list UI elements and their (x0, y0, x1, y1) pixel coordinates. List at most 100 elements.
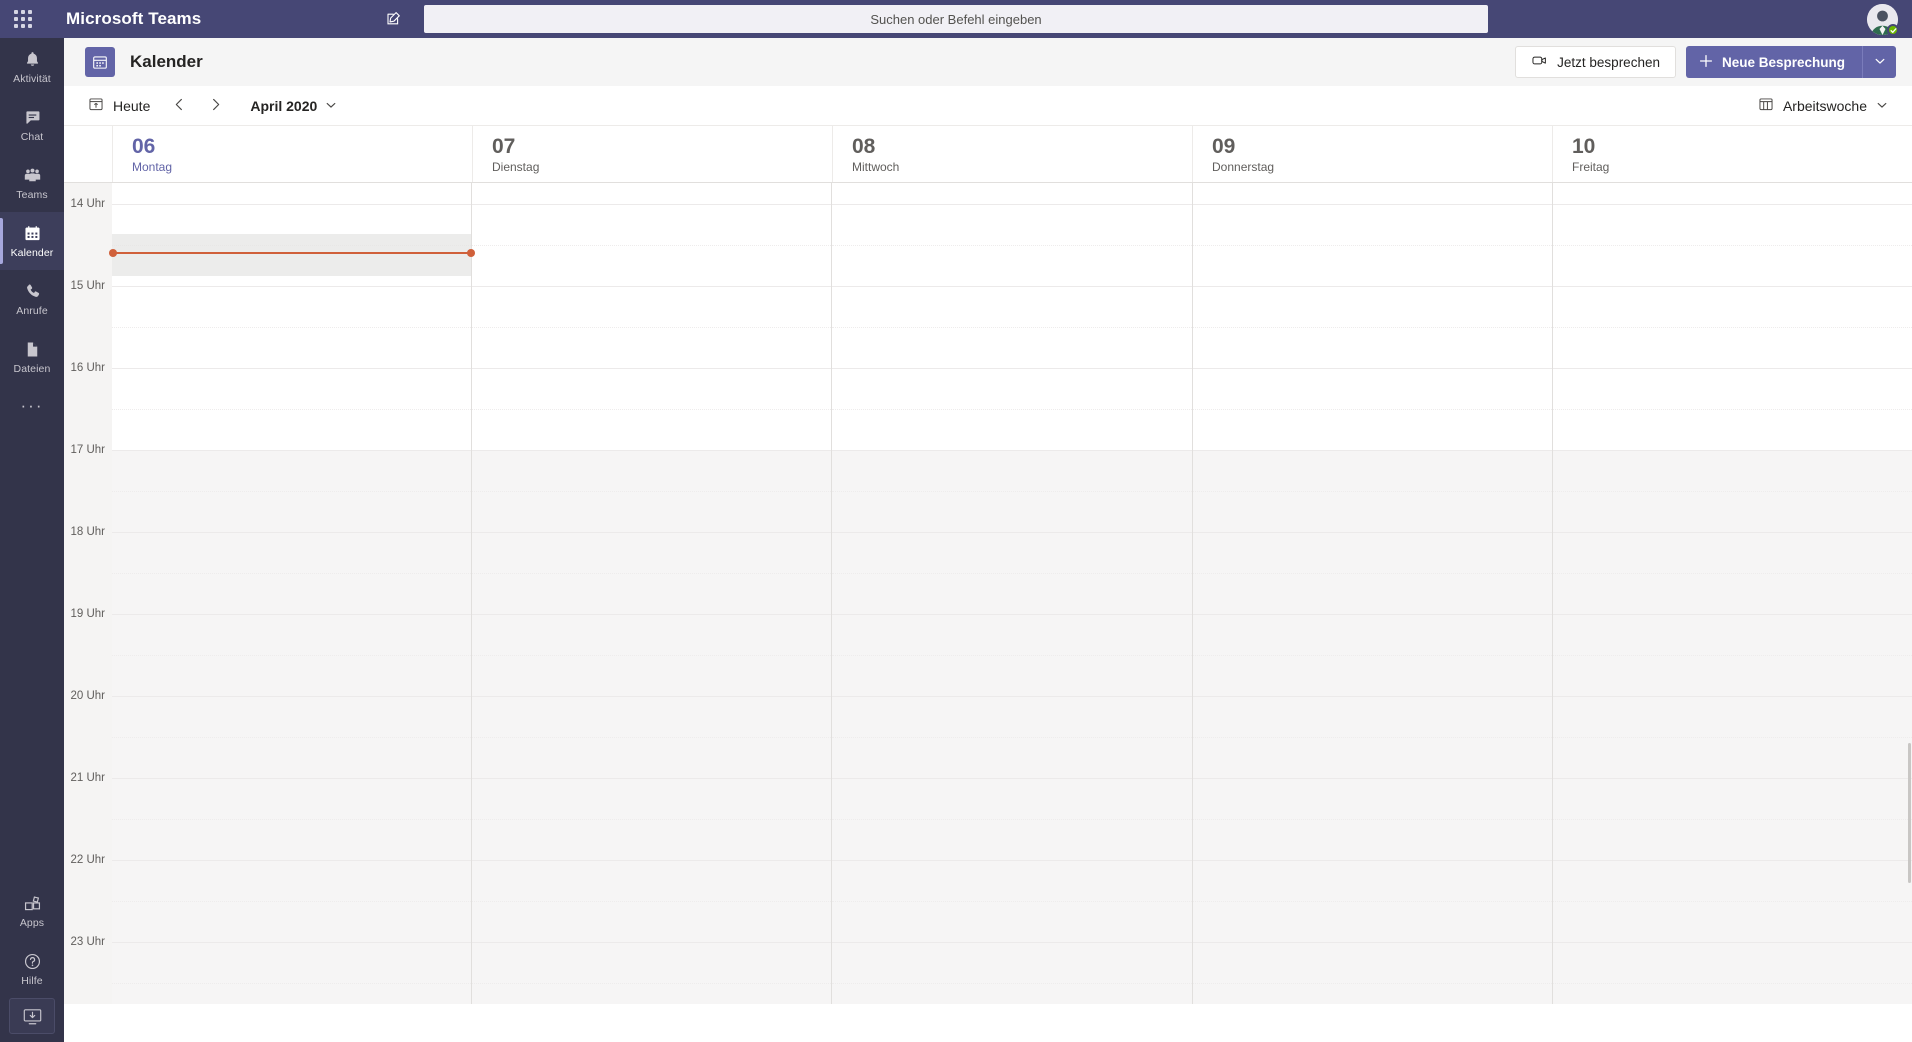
hour-gridline (1192, 778, 1552, 779)
hour-gridline (472, 204, 832, 205)
half-hour-gridline (1552, 245, 1912, 246)
scrollbar-thumb[interactable] (1908, 743, 1911, 883)
phone-icon (23, 281, 42, 302)
hour-gridline (1552, 614, 1912, 615)
sidebar-item-anrufe[interactable]: Anrufe (0, 270, 64, 328)
day-number: 10 (1572, 135, 1596, 158)
hour-gridline (112, 614, 472, 615)
today-label: Heute (113, 97, 151, 114)
half-hour-gridline (1192, 245, 1552, 246)
hour-gridline (832, 860, 1192, 861)
hour-gridline (1552, 204, 1912, 205)
hour-gridline (832, 532, 1192, 533)
app-launcher-button[interactable] (0, 0, 46, 38)
sidebar-item-kalender[interactable]: Kalender (0, 212, 64, 270)
sidebar-item-label: Aktivität (13, 73, 51, 85)
sidebar-item-label: Anrufe (16, 305, 48, 317)
hour-gridline (1552, 368, 1912, 369)
half-hour-gridline (472, 409, 832, 410)
hour-gridline (1552, 860, 1912, 861)
file-icon (23, 339, 42, 360)
off-hours-shading (1552, 450, 1912, 1004)
hour-gridline (832, 942, 1192, 943)
off-hours-shading (1192, 450, 1552, 1004)
plus-icon (1699, 54, 1713, 71)
hour-gridline (472, 942, 832, 943)
presence-available-icon (1887, 24, 1899, 36)
half-hour-gridline (112, 819, 472, 820)
hour-gridline (112, 532, 472, 533)
new-meeting-button[interactable]: Neue Besprechung (1685, 46, 1862, 78)
sidebar-more-button[interactable]: ··· (0, 386, 64, 426)
today-button[interactable]: Heute (80, 91, 158, 121)
header-actions: Jetzt besprechen Neue Besprechung (1515, 46, 1896, 78)
sidebar-item-label: Kalender (10, 247, 54, 259)
hour-gridline (112, 286, 472, 287)
calendar-body[interactable]: 14 Uhr 15 Uhr 16 Uhr 17 Uhr 18 Uhr 19 Uhr 20 U… (64, 183, 1912, 1004)
sidebar-item-aktivitaet[interactable]: Aktivität (0, 38, 64, 96)
day-column-freitag[interactable] (1551, 183, 1912, 1004)
hour-gridline (1552, 450, 1912, 451)
calendar-scrollbar[interactable] (1908, 183, 1912, 1004)
day-column-montag[interactable] (108, 183, 476, 1004)
day-column-header[interactable]: 08 Mittwoch (832, 126, 1192, 182)
view-mode-button[interactable]: Arbeitswoche (1752, 91, 1894, 121)
hour-gridline (112, 696, 472, 697)
new-meeting-label: Neue Besprechung (1721, 54, 1845, 70)
half-hour-gridline (112, 901, 472, 902)
compose-pencil-icon[interactable] (384, 9, 404, 29)
sidebar-item-chat[interactable]: Chat (0, 96, 64, 154)
next-period-button[interactable] (200, 91, 230, 121)
hour-gridline (1192, 204, 1552, 205)
today-calendar-icon (88, 96, 104, 115)
off-hours-shading (472, 450, 832, 1004)
day-column-header[interactable]: 06 Montag (112, 126, 472, 182)
day-name: Dienstag (492, 160, 540, 174)
day-column-header[interactable]: 10 Freitag (1552, 126, 1912, 182)
half-hour-gridline (1552, 737, 1912, 738)
half-hour-gridline (832, 491, 1192, 492)
new-meeting-dropdown-button[interactable] (1862, 46, 1896, 78)
app-title: Microsoft Teams (66, 9, 202, 28)
day-column-header[interactable]: 09 Donnerstag (1192, 126, 1552, 182)
half-hour-gridline (1192, 573, 1552, 574)
half-hour-gridline (112, 491, 472, 492)
sidebar-item-dateien[interactable]: Dateien (0, 328, 64, 386)
day-number: 07 (492, 135, 516, 158)
half-hour-gridline (1192, 409, 1552, 410)
sidebar-item-apps[interactable]: Apps (0, 882, 64, 940)
search-input[interactable] (424, 5, 1488, 33)
avatar[interactable] (1867, 4, 1899, 36)
sidebar-item-label: Hilfe (21, 975, 43, 987)
day-header-row: 06 Montag 07 Dienstag 08 Mittwoch 09 Don… (64, 126, 1912, 183)
day-number: 06 (132, 135, 156, 158)
half-hour-gridline (472, 491, 832, 492)
meet-now-button[interactable]: Jetzt besprechen (1515, 46, 1676, 78)
half-hour-gridline (832, 737, 1192, 738)
download-desktop-app-icon[interactable] (9, 998, 55, 1034)
time-gutter-header (64, 126, 112, 182)
people-icon (23, 165, 42, 186)
day-column-mittwoch[interactable] (831, 183, 1192, 1004)
half-hour-gridline (1192, 655, 1552, 656)
sidebar-item-label: Apps (19, 917, 45, 929)
half-hour-gridline (1192, 737, 1552, 738)
hour-gridline (832, 204, 1192, 205)
sidebar-item-hilfe[interactable]: Hilfe (0, 940, 64, 998)
hour-gridline (832, 614, 1192, 615)
hour-gridline (472, 860, 832, 861)
sidebar-item-teams[interactable]: Teams (0, 154, 64, 212)
time-gutter-label: 21 Uhr (70, 772, 105, 784)
hour-gridline (1192, 368, 1552, 369)
half-hour-gridline (832, 245, 1192, 246)
month-picker-button[interactable]: April 2020 (244, 91, 343, 121)
half-hour-gridline (1552, 901, 1912, 902)
day-column-dienstag[interactable] (471, 183, 832, 1004)
previous-period-button[interactable] (164, 91, 194, 121)
hour-gridline (832, 286, 1192, 287)
half-hour-gridline (1192, 819, 1552, 820)
hour-gridline (1192, 614, 1552, 615)
day-column-header[interactable]: 07 Dienstag (472, 126, 832, 182)
calendar-icon (23, 223, 42, 244)
day-column-donnerstag[interactable] (1191, 183, 1552, 1004)
